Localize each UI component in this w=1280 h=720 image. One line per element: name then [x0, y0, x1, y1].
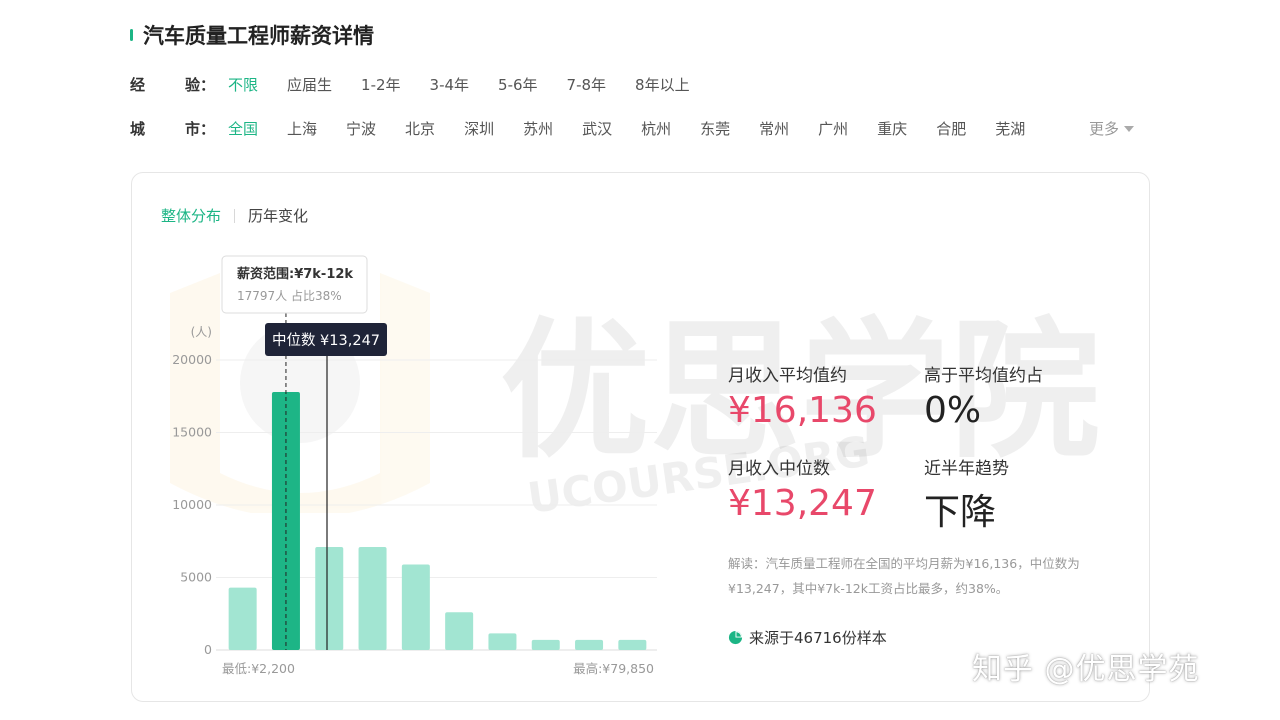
experience-option[interactable]: 1-2年	[361, 74, 401, 95]
city-option[interactable]: 全国	[228, 118, 258, 139]
city-option[interactable]: 北京	[405, 118, 435, 139]
salary-explanation: 解读：汽车质量工程师在全国的平均月薪为¥16,136，中位数为¥13,247，其…	[728, 556, 1080, 596]
chart-bar	[315, 547, 344, 650]
experience-option[interactable]: 3-4年	[430, 74, 470, 95]
max-salary-label: 最高:¥79,850	[573, 661, 654, 676]
more-cities-button[interactable]: 更多	[1089, 118, 1135, 139]
city-filter: 城市： 全国 上海 宁波 北京 深圳 苏州 武汉 杭州 东莞 常州 广州 重庆 合肥 芜湖	[130, 118, 1054, 139]
city-option[interactable]: 上海	[287, 118, 317, 139]
city-option[interactable]: 合肥	[936, 118, 966, 139]
stat-average-value: ¥16,136	[728, 390, 877, 431]
city-option[interactable]: 常州	[759, 118, 789, 139]
chart-bar	[445, 612, 474, 650]
chart-bar	[228, 587, 257, 650]
city-option[interactable]: 苏州	[523, 118, 553, 139]
city-filter-label: 城市：	[130, 120, 216, 138]
zhihu-watermark: 知乎 @优思学苑	[972, 652, 1200, 687]
pie-chart-icon	[728, 630, 743, 645]
sample-source: 来源于46716份样本	[728, 627, 887, 648]
stat-trend-value: 下降	[924, 492, 997, 533]
stat-trend: 近半年趋势 下降	[924, 454, 1009, 535]
city-option[interactable]: 重庆	[877, 118, 907, 139]
stat-above-average-value: 0%	[924, 390, 982, 431]
title-accent-bar	[130, 29, 133, 41]
city-option[interactable]: 芜湖	[995, 118, 1025, 139]
stat-trend-label: 近半年趋势	[924, 459, 1009, 479]
stat-average: 月收入平均值约 ¥16,136	[728, 361, 877, 431]
tooltip-title: 薪资范围:¥7k-12k	[237, 266, 353, 282]
stat-median-label: 月收入中位数	[728, 459, 830, 479]
experience-option[interactable]: 不限	[228, 74, 258, 95]
stat-median-value: ¥13,247	[728, 483, 877, 524]
median-label: 中位数 ¥13,247	[272, 332, 380, 349]
chart-bar	[358, 547, 387, 650]
sample-source-text: 来源于46716份样本	[749, 629, 887, 647]
page-title: 汽车质量工程师薪资详情	[143, 24, 374, 48]
stat-median: 月收入中位数 ¥13,247	[728, 454, 877, 524]
stat-above-average-label: 高于平均值约占	[924, 366, 1043, 386]
min-salary-label: 最低:¥2,200	[222, 661, 295, 676]
stat-average-label: 月收入平均值约	[728, 366, 847, 386]
experience-option[interactable]: 8年以上	[635, 74, 690, 95]
city-options: 全国 上海 宁波 北京 深圳 苏州 武汉 杭州 东莞 常州 广州 重庆 合肥 芜湖	[228, 118, 1054, 139]
y-axis-unit: (人)	[191, 325, 212, 339]
experience-option[interactable]: 5-6年	[498, 74, 538, 95]
y-tick-label: 5000	[180, 570, 212, 585]
y-tick-label: 0	[204, 642, 212, 657]
city-option[interactable]: 杭州	[641, 118, 671, 139]
chart-bar	[575, 639, 604, 650]
city-option[interactable]: 宁波	[346, 118, 376, 139]
experience-option[interactable]: 7-8年	[567, 74, 607, 95]
experience-option[interactable]: 应届生	[287, 74, 332, 95]
caret-down-icon	[1124, 125, 1135, 132]
stat-above-average: 高于平均值约占 0%	[924, 361, 1043, 431]
tooltip-box	[221, 255, 368, 314]
y-tick-label: 15000	[172, 425, 212, 440]
city-option[interactable]: 广州	[818, 118, 848, 139]
experience-options: 不限 应届生 1-2年 3-4年 5-6年 7-8年 8年以上	[228, 74, 719, 95]
y-tick-label: 20000	[172, 352, 212, 367]
city-option[interactable]: 深圳	[464, 118, 494, 139]
y-tick-label: 10000	[172, 497, 212, 512]
page-title-row: 汽车质量工程师薪资详情	[130, 20, 374, 50]
city-option[interactable]: 东莞	[700, 118, 730, 139]
salary-distribution-chart: (人) 0 5000 10000 15000 20000 最低:¥2,200 最高:¥79,8…	[172, 255, 657, 676]
city-option[interactable]: 武汉	[582, 118, 612, 139]
chart-bar	[271, 391, 300, 650]
more-cities-label: 更多	[1089, 120, 1120, 138]
chart-bar	[488, 633, 517, 650]
chart-bar	[401, 564, 430, 650]
tooltip-detail: 17797人 占比38%	[237, 288, 342, 303]
chart-bar	[531, 639, 560, 650]
experience-filter: 经验： 不限 应届生 1-2年 3-4年 5-6年 7-8年 8年以上	[130, 74, 719, 95]
salary-card: 优思学院 UCOURSE.ORG 整体分布 历年变化 (人) 0 5000 10000…	[131, 172, 1150, 702]
experience-filter-label: 经验：	[130, 76, 216, 94]
chart-bar	[618, 639, 647, 650]
